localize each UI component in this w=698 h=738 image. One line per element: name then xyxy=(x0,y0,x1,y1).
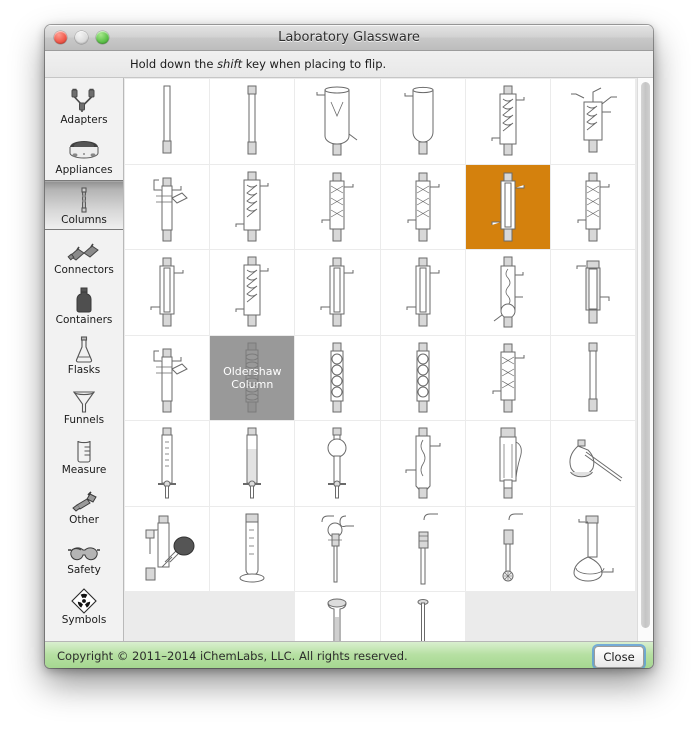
glassware-cell-wide-vessel-round[interactable] xyxy=(380,79,465,164)
connectors-icon xyxy=(62,236,106,264)
glassware-grid-panel: Oldershaw Column xyxy=(124,78,653,641)
footer-bar: Copyright © 2011–2014 iChemLabs, LLC. Al… xyxy=(45,641,653,668)
glassware-cell-liebig-condenser[interactable] xyxy=(295,250,380,335)
hotplate-icon xyxy=(62,136,106,164)
sidebar-item-measure[interactable]: Measure xyxy=(45,430,123,480)
screen: Laboratory Glassware Hold down the shift… xyxy=(0,0,698,738)
glassware-cell-wide-vessel[interactable] xyxy=(295,79,380,164)
glassware-cell-liebig-condenser[interactable] xyxy=(465,164,550,249)
glassware-cell-jacketed-column[interactable] xyxy=(550,250,636,335)
beaker-icon xyxy=(62,436,106,464)
glassware-cell-bulb-condenser[interactable] xyxy=(465,250,550,335)
glassware-cell-vigreux-column[interactable] xyxy=(465,335,550,420)
window-title: Laboratory Glassware xyxy=(278,30,420,45)
sidebar-item-label: Safety xyxy=(67,564,101,576)
glassware-cell-thermometer-probe[interactable] xyxy=(295,592,380,641)
glassware-cell-empty xyxy=(466,592,550,641)
glassware-cell-bubble-column[interactable] xyxy=(295,335,380,420)
glassware-cell-burette[interactable] xyxy=(125,421,210,506)
glassware-cell-soxhlet-extractor[interactable] xyxy=(465,421,550,506)
faucet-icon xyxy=(62,486,106,514)
glassware-cell-vigreux-column[interactable] xyxy=(550,164,636,249)
glassware-cell-plain-tube-joint[interactable] xyxy=(550,335,636,420)
radiation-icon xyxy=(62,586,106,614)
hint-text: Hold down the shift key when placing to … xyxy=(130,57,386,71)
bottle-icon xyxy=(62,286,106,314)
glassware-cell-plain-tube-joint[interactable] xyxy=(210,79,295,164)
glassware-cell-packed-burette[interactable] xyxy=(210,421,295,506)
hint-prefix: Hold down the xyxy=(130,57,218,71)
glassware-cell-side-arm-column[interactable] xyxy=(125,164,210,249)
vertical-scrollbar[interactable] xyxy=(637,78,653,641)
sidebar-item-label: Flasks xyxy=(67,364,101,376)
glassware-cell-jacketed-condenser[interactable] xyxy=(380,421,465,506)
sidebar-item-label: Appliances xyxy=(55,164,113,176)
hint-emphasis: shift xyxy=(217,57,243,71)
sidebar-item-adapters[interactable]: Adapters xyxy=(45,80,123,130)
glassware-cell-empty xyxy=(125,592,209,641)
glassware-cell-empty xyxy=(210,592,294,641)
glassware-cell-plain-tube[interactable] xyxy=(125,79,210,164)
close-button[interactable]: Close xyxy=(594,646,644,668)
title-bar[interactable]: Laboratory Glassware xyxy=(45,25,653,51)
glassware-cell-liebig-condenser[interactable] xyxy=(380,250,465,335)
adapters-icon xyxy=(62,86,106,114)
glassware-window: Laboratory Glassware Hold down the shift… xyxy=(45,25,653,668)
glassware-cell-vigreux-column[interactable] xyxy=(295,164,380,249)
sidebar-item-label: Measure xyxy=(61,464,107,476)
sidebar-item-symbols[interactable]: Symbols xyxy=(45,580,123,630)
glassware-cell-gas-washing-bottle[interactable] xyxy=(125,506,210,591)
glassware-cell-volumetric-flask[interactable] xyxy=(550,506,636,591)
sidebar-item-appliances[interactable]: Appliances xyxy=(45,130,123,180)
hint-bar: Hold down the shift key when placing to … xyxy=(45,51,653,78)
sidebar-item-label: Other xyxy=(69,514,99,526)
glassware-cell-graduated-cylinder[interactable] xyxy=(210,506,295,591)
glassware-cell-empty xyxy=(551,592,635,641)
glassware-cell-coil-condenser[interactable] xyxy=(210,164,295,249)
glassware-cell-thin-rod[interactable] xyxy=(380,592,465,641)
sidebar-item-label: Containers xyxy=(55,314,113,326)
glassware-cell-coil-condenser[interactable] xyxy=(465,79,550,164)
sidebar-item-columns[interactable]: Columns xyxy=(45,180,123,230)
glassware-cell-coil-condenser[interactable] xyxy=(210,250,295,335)
funnel-icon xyxy=(62,386,106,414)
sidebar-item-label: Funnels xyxy=(63,414,105,426)
sidebar-item-funnels[interactable]: Funnels xyxy=(45,380,123,430)
glassware-cell-coil-side-arm[interactable] xyxy=(550,79,636,164)
erlenmeyer-flask-icon xyxy=(62,336,106,364)
hint-suffix: key when placing to flip. xyxy=(242,57,387,71)
glassware-cell-oldershaw-column[interactable]: Oldershaw Column xyxy=(210,335,295,420)
sidebar-item-other[interactable]: Other xyxy=(45,480,123,530)
glassware-cell-sparge-tube[interactable] xyxy=(380,506,465,591)
sidebar-item-label: Adapters xyxy=(60,114,108,126)
window-body: Adapters Appliances Columns Connectors C… xyxy=(45,78,653,641)
glassware-cell-vigreux-column[interactable] xyxy=(380,164,465,249)
sidebar-item-safety[interactable]: Safety xyxy=(45,530,123,580)
column-icon xyxy=(62,186,106,214)
category-sidebar[interactable]: Adapters Appliances Columns Connectors C… xyxy=(45,78,124,641)
scrollbar-thumb[interactable] xyxy=(641,82,650,628)
glassware-cell-frit-sparge-tube[interactable] xyxy=(465,506,550,591)
sidebar-item-label: Connectors xyxy=(54,264,114,276)
glassware-cell-bubble-column[interactable] xyxy=(380,335,465,420)
glassware-cell-retort-flask[interactable] xyxy=(550,421,636,506)
glassware-grid[interactable]: Oldershaw Column xyxy=(124,78,636,641)
glassware-cell-side-arm-column[interactable] xyxy=(125,335,210,420)
sidebar-item-flasks[interactable]: Flasks xyxy=(45,330,123,380)
sidebar-item-label: Columns xyxy=(61,214,107,226)
sidebar-item-label: Symbols xyxy=(61,614,107,626)
sidebar-item-containers[interactable]: Containers xyxy=(45,280,123,330)
glassware-cell-gas-inlet-tube[interactable] xyxy=(295,506,380,591)
copyright-text: Copyright © 2011–2014 iChemLabs, LLC. Al… xyxy=(57,649,408,663)
goggles-icon xyxy=(62,536,106,564)
glassware-cell-liebig-condenser[interactable] xyxy=(125,250,210,335)
glassware-cell-bulb-burette[interactable] xyxy=(295,421,380,506)
sidebar-item-connectors[interactable]: Connectors xyxy=(45,230,123,280)
